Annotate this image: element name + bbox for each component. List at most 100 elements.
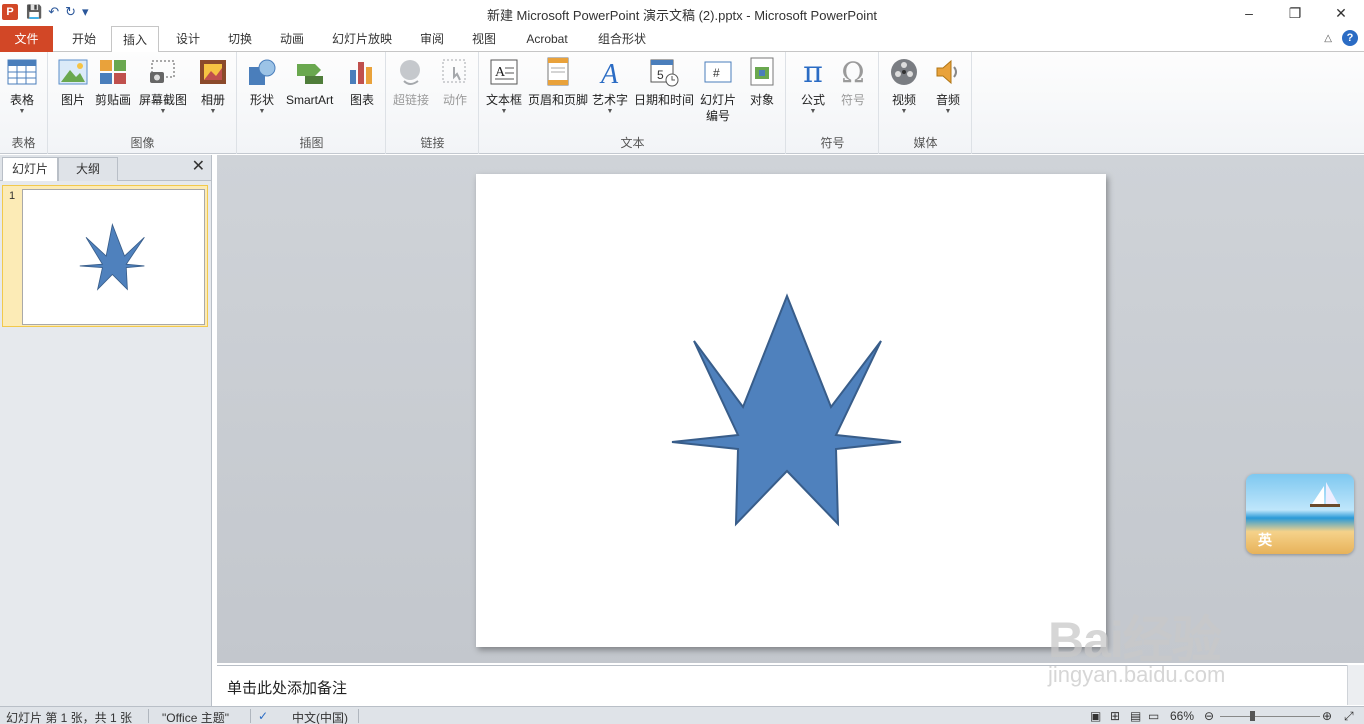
audio-button[interactable]: 音频 ▼: [932, 56, 964, 116]
slides-pane: 幻灯片 大纲 ✕ 1: [0, 155, 212, 707]
omega-icon: Ω: [841, 55, 865, 89]
video-label: 视频: [891, 93, 916, 107]
ime-status-widget[interactable]: 英: [1246, 474, 1354, 554]
smartart-button[interactable]: SmartArt: [286, 56, 333, 108]
slide-sorter-icon[interactable]: ⊞: [1110, 709, 1120, 723]
watermark-url: jingyan.baidu.com: [1048, 662, 1226, 687]
restore-button[interactable]: ❐: [1272, 0, 1318, 26]
zoom-level[interactable]: 66%: [1170, 709, 1194, 723]
tab-review[interactable]: 审阅: [410, 26, 454, 52]
tab-file[interactable]: 文件: [0, 26, 53, 52]
object-label: 对象: [749, 93, 774, 107]
symbol-button[interactable]: Ω 符号: [837, 56, 869, 108]
action-label: 动作: [442, 93, 467, 107]
tab-acrobat[interactable]: Acrobat: [516, 26, 578, 52]
tab-animations[interactable]: 动画: [270, 26, 314, 52]
tab-insert[interactable]: 插入: [111, 26, 159, 53]
chart-button[interactable]: 图表: [346, 56, 378, 108]
title-bar: P 💾 ↶ ↻ ▾ 新建 Microsoft PowerPoint 演示文稿 (…: [0, 0, 1364, 26]
audio-label: 音频: [935, 93, 960, 107]
hyperlink-globe-icon: [395, 56, 427, 88]
tab-view[interactable]: 视图: [462, 26, 506, 52]
slide-number-icon: #: [702, 56, 734, 88]
pi-icon: π: [803, 54, 823, 90]
notes-placeholder[interactable]: 单击此处添加备注: [227, 677, 347, 698]
tab-combine-shapes[interactable]: 组合形状: [590, 26, 654, 52]
picture-button[interactable]: 图片: [57, 56, 89, 108]
textbox-dropdown-icon: ▼: [500, 108, 508, 115]
language-status[interactable]: 中文(中国): [292, 709, 348, 724]
tab-home[interactable]: 开始: [62, 26, 106, 52]
zoom-slider[interactable]: [1220, 716, 1320, 717]
help-icon[interactable]: ?: [1342, 30, 1358, 46]
group-media: 视频 ▼ 音频 ▼ 媒体: [880, 52, 972, 154]
shapes-label: 形状: [249, 93, 274, 107]
hyperlink-label: 超链接: [393, 93, 430, 107]
group-label-table: 表格: [11, 136, 36, 150]
slide-number-button[interactable]: # 幻灯片 编号: [700, 56, 736, 124]
screenshot-button[interactable]: 屏幕截图 ▼: [139, 56, 187, 116]
slide-canvas[interactable]: [476, 174, 1106, 647]
status-divider: [250, 709, 251, 723]
photo-album-icon: [197, 56, 229, 88]
equation-button[interactable]: π 公式 ▼: [797, 54, 829, 116]
thumbnail-star-icon: [79, 223, 145, 291]
video-button[interactable]: 视频 ▼: [888, 56, 920, 116]
table-label: 表格: [9, 93, 34, 107]
theme-status[interactable]: "Office 主题": [162, 709, 229, 724]
normal-view-icon[interactable]: ▣: [1090, 709, 1101, 723]
fit-to-window-icon[interactable]: ⤢: [1344, 709, 1354, 724]
album-button[interactable]: 相册 ▼: [197, 56, 229, 116]
zoom-in-icon[interactable]: ⊕: [1322, 709, 1332, 723]
wordart-button[interactable]: A 艺术字 ▼: [592, 56, 628, 116]
object-icon: [746, 56, 778, 88]
close-window-button[interactable]: ✕: [1318, 0, 1364, 26]
group-illustrations: 形状 ▼ SmartArt 图表 插图: [238, 52, 386, 154]
group-links: 超链接 动作 链接: [387, 52, 479, 154]
header-footer-button[interactable]: 页眉和页脚: [528, 56, 588, 108]
equation-dropdown-icon: ▼: [809, 108, 817, 115]
speaker-icon: [932, 56, 964, 88]
collapse-ribbon-icon[interactable]: △: [1324, 33, 1332, 44]
zoom-slider-thumb[interactable]: [1250, 711, 1255, 721]
hyperlink-button[interactable]: 超链接: [393, 56, 429, 108]
smartart-label: SmartArt: [286, 93, 334, 107]
textbox-label: 文本框: [486, 93, 523, 107]
minimize-button[interactable]: –: [1226, 0, 1272, 26]
clipart-label: 剪贴画: [95, 93, 132, 107]
table-icon: [6, 56, 38, 88]
slide-thumbnail-selected[interactable]: 1: [2, 185, 208, 327]
group-label-images: 图像: [130, 136, 155, 150]
tab-transitions[interactable]: 切换: [218, 26, 262, 52]
tab-slides[interactable]: 幻灯片: [2, 157, 58, 181]
video-dropdown-icon: ▼: [900, 108, 908, 115]
notes-scrollbar[interactable]: [1347, 665, 1364, 705]
datetime-button[interactable]: 5 日期和时间: [634, 56, 694, 108]
close-pane-icon[interactable]: ✕: [192, 159, 205, 175]
symbol-label: 符号: [840, 93, 865, 107]
spell-check-icon[interactable]: ✓: [258, 709, 268, 723]
table-button[interactable]: 表格 ▼: [6, 56, 38, 116]
action-button[interactable]: 动作: [439, 56, 471, 108]
zoom-out-icon[interactable]: ⊖: [1204, 709, 1214, 723]
object-button[interactable]: 对象: [746, 56, 778, 108]
wordart-dropdown-icon: ▼: [606, 108, 614, 115]
album-dropdown-icon: ▼: [209, 108, 217, 115]
six-point-star-shape[interactable]: [476, 174, 1106, 647]
wordart-label: 艺术字: [592, 93, 629, 107]
textbox-button[interactable]: A 文本框 ▼: [486, 56, 522, 116]
equation-label: 公式: [800, 93, 825, 107]
clipart-icon: [97, 56, 129, 88]
slide-thumbnail[interactable]: [22, 189, 205, 325]
slide-count-status: 幻灯片 第 1 张，共 1 张: [6, 711, 133, 724]
tab-outline[interactable]: 大纲: [58, 157, 118, 181]
tab-slideshow[interactable]: 幻灯片放映: [326, 26, 398, 52]
group-images: 图片 剪贴画 屏幕截图 ▼ 相册 ▼ 图像: [49, 52, 237, 154]
slideshow-view-icon[interactable]: ▭: [1148, 709, 1159, 723]
reading-view-icon[interactable]: ▤: [1130, 709, 1141, 723]
clipart-button[interactable]: 剪贴画: [95, 56, 131, 108]
film-reel-icon: [888, 56, 920, 88]
shapes-icon: [246, 56, 278, 88]
tab-design[interactable]: 设计: [166, 26, 210, 52]
shapes-button[interactable]: 形状 ▼: [246, 56, 278, 116]
